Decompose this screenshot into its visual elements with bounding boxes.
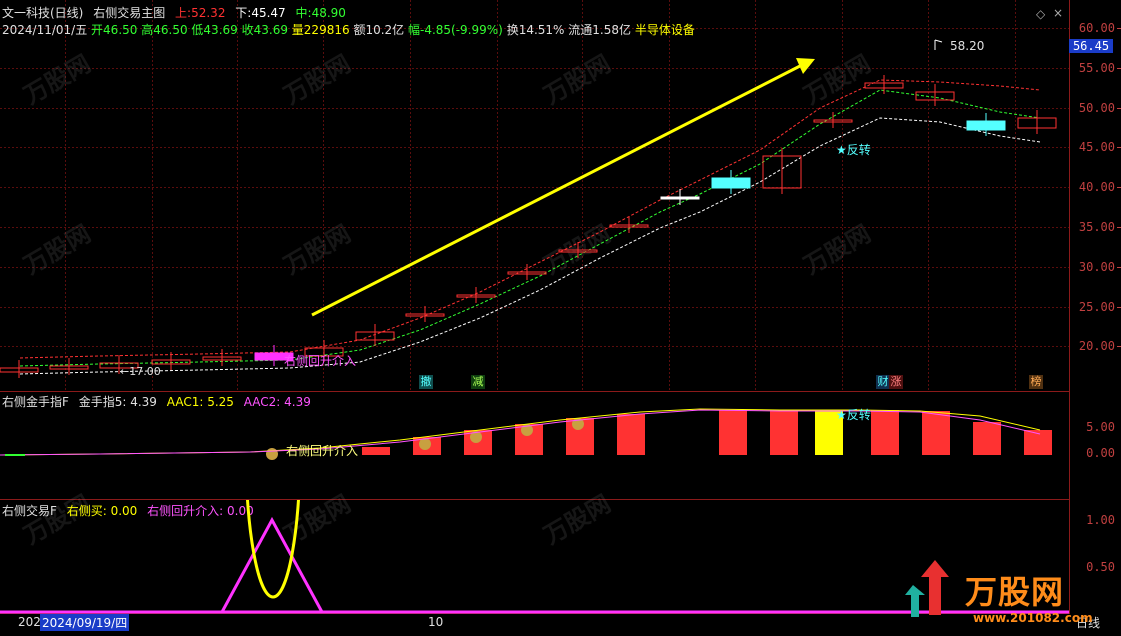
cursor-date-label: 2024/09/19/四: [40, 614, 130, 631]
price-tick: 20.00: [1079, 339, 1121, 353]
panel3-tick-1: 1.00: [1086, 513, 1115, 527]
trend-arrow: [311, 64, 801, 317]
price-tick: 25.00: [1079, 300, 1121, 314]
brand-logo: 万股网 www.201082.com: [905, 555, 1093, 631]
logo-arrow-icon: [905, 560, 949, 617]
reversal-label: ★反转: [836, 143, 871, 157]
logo-text: 万股网: [965, 573, 1065, 611]
gold-finger-bar: [973, 422, 1001, 455]
axis-start-date: 202: [18, 615, 41, 629]
panel3-tick-05: 0.50: [1086, 560, 1115, 574]
gold-finger-bar: [617, 414, 645, 455]
gold-finger-bar: [668, 411, 696, 455]
event-tag-1[interactable]: 撤: [419, 375, 433, 389]
upper-band: [19, 79, 1041, 359]
event-tag-2[interactable]: 减: [471, 375, 485, 389]
gold-finger-bar: [922, 411, 950, 455]
price-tick: 45.00: [1079, 140, 1121, 154]
gold-finger-bar: [362, 447, 390, 455]
event-tag-4[interactable]: 涨: [889, 375, 903, 389]
candles: [0, 75, 1057, 378]
gold-finger-bars: [266, 410, 1052, 460]
gold-finger-bar: [770, 410, 798, 455]
low-marker-label: ←17.00: [120, 365, 161, 378]
price-tick: 30.00: [1079, 260, 1121, 274]
gold-finger-chart[interactable]: [0, 392, 1069, 500]
gold-finger-bar: [871, 410, 899, 455]
current-price-label: 56.45: [1069, 39, 1113, 53]
event-tag-5[interactable]: 榜: [1029, 375, 1043, 389]
panel2-reversal-label: ★反转: [836, 408, 871, 422]
mid-band: [19, 89, 1041, 367]
price-tick: 60.00: [1079, 21, 1121, 35]
price-tick: 50.00: [1079, 101, 1121, 115]
event-tag-3[interactable]: 财: [876, 375, 890, 389]
panel3-axis: 1.00 0.50: [1069, 500, 1121, 614]
price-tick: 40.00: [1079, 180, 1121, 194]
panel2-entry-label: 右侧回升介入: [286, 444, 359, 458]
logo-url: www.201082.com: [973, 611, 1093, 625]
high-marker-tick: [934, 39, 943, 43]
price-tick: 55.00: [1079, 61, 1121, 75]
panel2-tick-5: 5.00: [1086, 420, 1115, 434]
candlestick-chart[interactable]: [0, 0, 1069, 392]
money-bag-icon: [266, 448, 278, 460]
green-start-bar: [5, 454, 25, 456]
highlight-ellipse: [246, 500, 300, 599]
panel2-tick-0: 0.00: [1086, 446, 1115, 460]
panel2-axis: 5.00 0.00: [1069, 392, 1121, 500]
lower-band: [19, 117, 1041, 375]
entry-label: 右侧回升介入: [284, 354, 357, 368]
axis-month-label: 10: [428, 615, 444, 629]
price-axis: 60.00 55.00 50.00 45.00 40.00 35.00 30.00 25.00…: [1069, 0, 1121, 392]
price-tick: 35.00: [1079, 220, 1121, 234]
high-marker-label: 58.20: [950, 39, 985, 53]
gold-finger-bar: [719, 410, 747, 455]
